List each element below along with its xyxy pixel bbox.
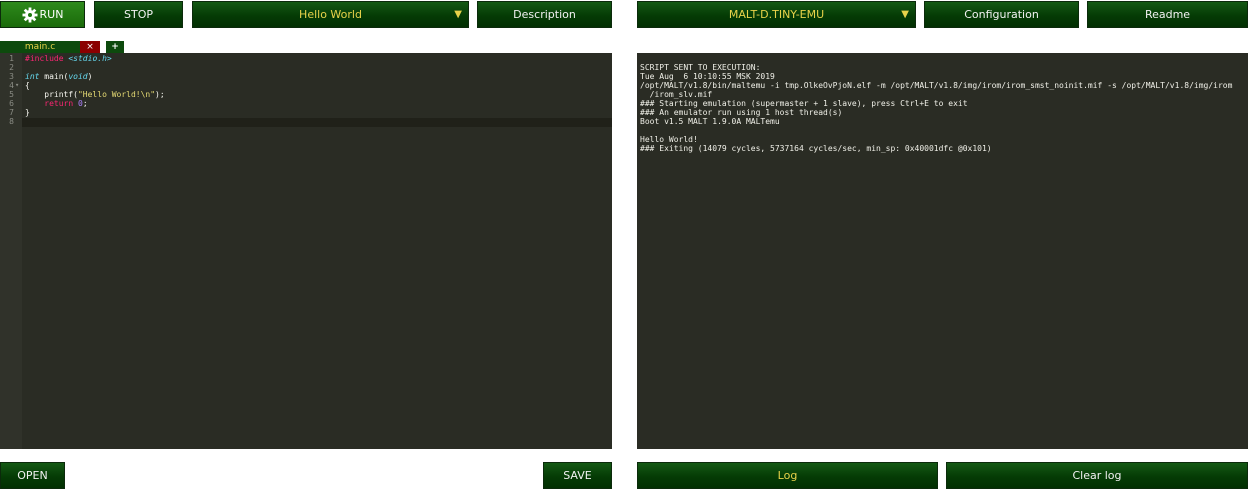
tab-label: main.c bbox=[24, 42, 56, 52]
plus-icon: + bbox=[111, 42, 119, 52]
console-output: SCRIPT SENT TO EXECUTION: Tue Aug 6 10:1… bbox=[637, 53, 1248, 449]
clear-log-label: Clear log bbox=[1072, 469, 1122, 482]
chevron-down-icon: ▼ bbox=[901, 9, 909, 20]
clear-log-button[interactable]: Clear log bbox=[946, 462, 1248, 489]
fold-arrow-icon[interactable]: ▾ bbox=[15, 81, 19, 89]
console-line: ### Exiting (14079 cycles, 5737164 cycle… bbox=[640, 144, 992, 153]
configuration-button[interactable]: Configuration bbox=[924, 1, 1079, 28]
code-line: printf("Hello World!\n"); bbox=[25, 90, 165, 99]
target-select-value: MALT-D.TINY-EMU bbox=[728, 8, 825, 21]
line-number: 5 bbox=[9, 90, 14, 99]
configuration-label: Configuration bbox=[964, 8, 1039, 21]
code-line: } bbox=[25, 108, 30, 117]
stop-label: STOP bbox=[124, 8, 153, 21]
console-line: /opt/MALT/v1.8/bin/maltemu -i tmp.OlkeOv… bbox=[640, 81, 1233, 90]
target-select[interactable]: MALT-D.TINY-EMU ▼ bbox=[637, 1, 916, 28]
stop-button[interactable]: STOP bbox=[94, 1, 183, 28]
code-line: { bbox=[25, 81, 30, 90]
readme-button[interactable]: Readme bbox=[1087, 1, 1248, 28]
code-editor[interactable]: 1 2 3 4 ▾ 5 6 7 8 #include <stdio.h> int … bbox=[0, 53, 612, 449]
code-line: int main(void) bbox=[25, 72, 93, 81]
console-line: Boot v1.5 MALT 1.9.0A MALTemu bbox=[640, 117, 780, 126]
log-label: Log bbox=[777, 469, 798, 482]
code-line: return 0; bbox=[44, 99, 88, 108]
save-button[interactable]: SAVE bbox=[543, 462, 612, 489]
close-icon: × bbox=[86, 42, 94, 52]
line-number: 8 bbox=[9, 117, 14, 126]
description-label: Description bbox=[513, 8, 576, 21]
open-label: OPEN bbox=[17, 469, 48, 482]
console-line: ### Starting emulation (supermaster + 1 … bbox=[640, 99, 968, 108]
example-select-value: Hello World bbox=[299, 8, 362, 21]
log-button[interactable]: Log bbox=[637, 462, 938, 489]
run-label: RUN bbox=[39, 8, 64, 21]
console-line: ### An emulator run using 1 host thread(… bbox=[640, 108, 843, 117]
current-line-highlight bbox=[22, 118, 612, 127]
console-line: SCRIPT SENT TO EXECUTION: bbox=[640, 63, 761, 72]
line-number: 7 bbox=[9, 108, 14, 117]
line-number: 2 bbox=[9, 63, 14, 72]
line-number: 4 bbox=[9, 81, 14, 90]
code-line: #include <stdio.h> bbox=[25, 54, 112, 63]
console-line: /irom_slv.mif bbox=[640, 90, 713, 99]
save-label: SAVE bbox=[563, 469, 592, 482]
readme-label: Readme bbox=[1144, 8, 1191, 21]
line-number: 6 bbox=[9, 99, 14, 108]
example-select[interactable]: Hello World ▼ bbox=[192, 1, 469, 28]
description-button[interactable]: Description bbox=[477, 1, 612, 28]
line-number: 3 bbox=[9, 72, 14, 81]
run-button[interactable]: RUN bbox=[0, 1, 85, 28]
line-gutter: 1 2 3 4 ▾ 5 6 7 8 bbox=[0, 53, 22, 449]
console-line: Hello World! bbox=[640, 135, 698, 144]
chevron-down-icon: ▼ bbox=[454, 9, 462, 20]
gear-icon bbox=[22, 7, 38, 23]
open-button[interactable]: OPEN bbox=[0, 462, 65, 489]
console-line: Tue Aug 6 10:10:55 MSK 2019 bbox=[640, 72, 775, 81]
line-number: 1 bbox=[9, 54, 14, 63]
